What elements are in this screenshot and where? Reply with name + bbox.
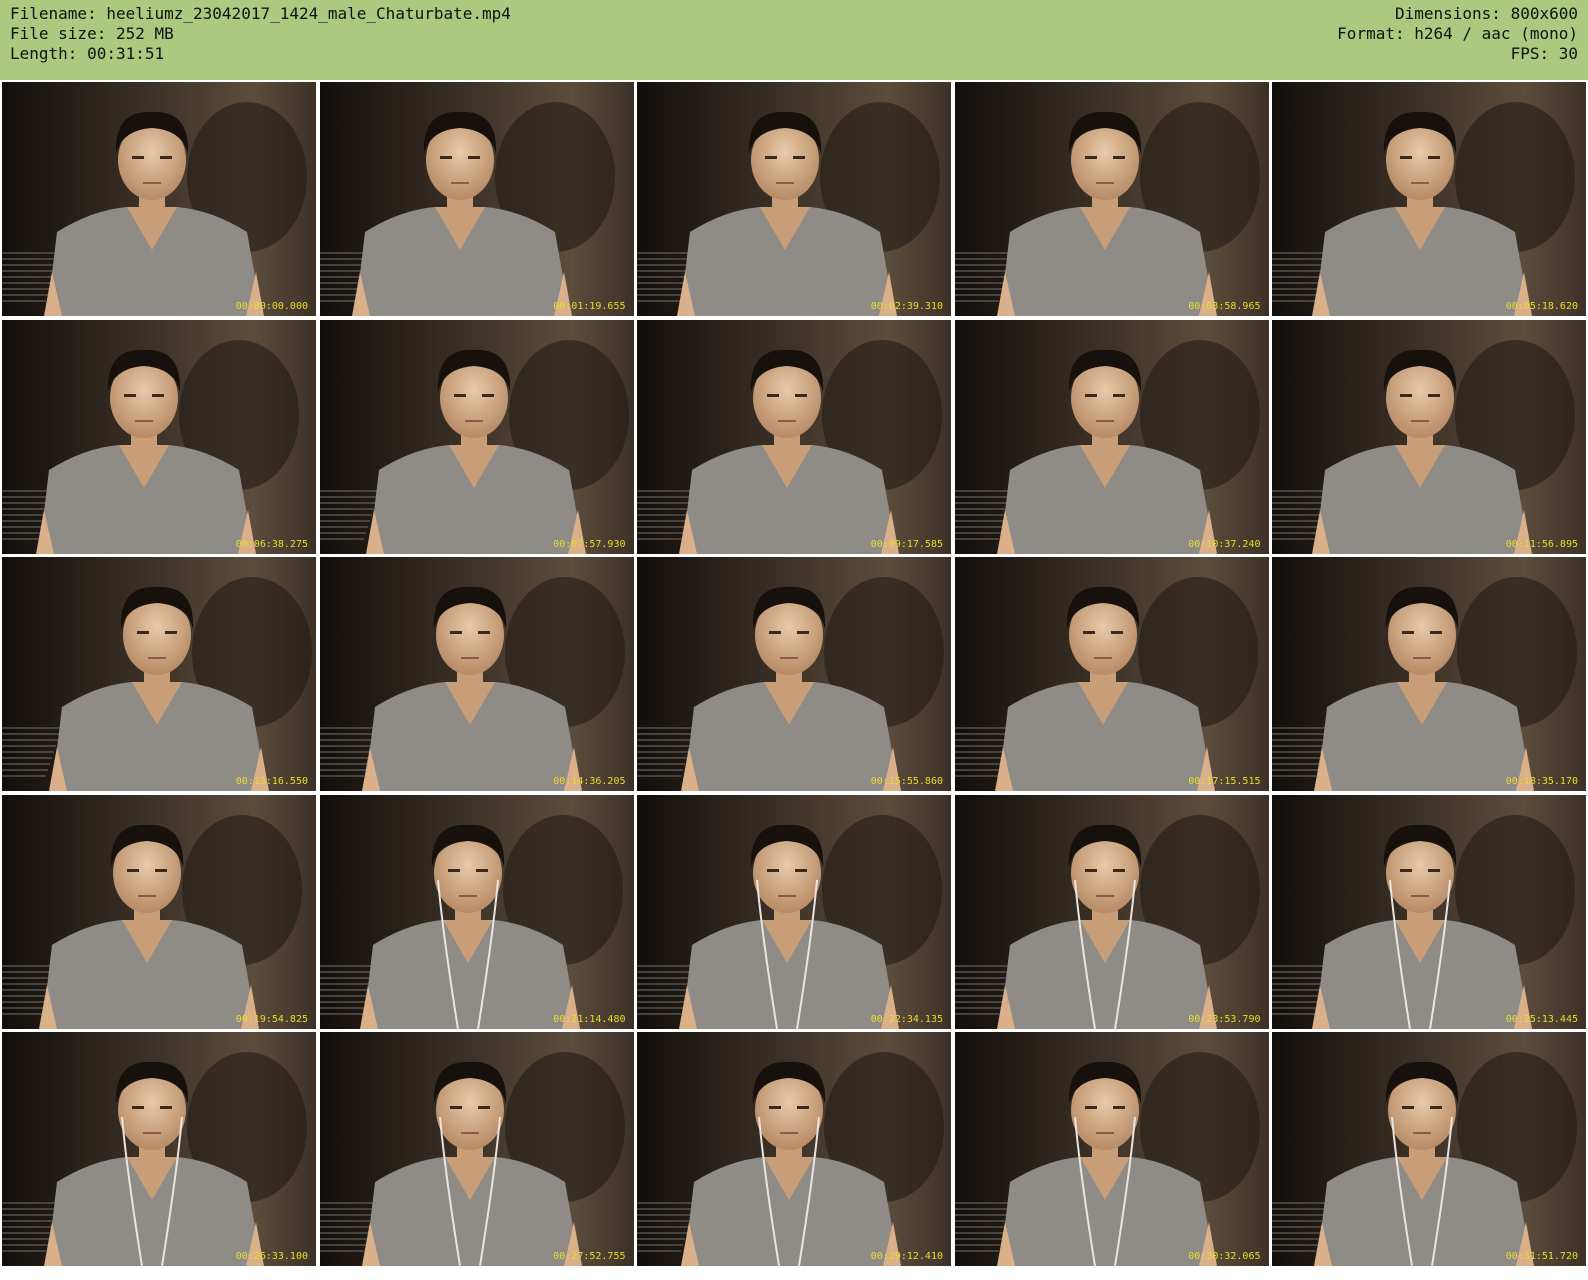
thumbnail-timestamp: 00:23:53.790 xyxy=(1188,1013,1261,1025)
thumbnail-timestamp: 00:19:54.825 xyxy=(235,1013,308,1025)
video-thumbnail: 00:27:52.755 xyxy=(319,1032,634,1266)
thumbnail-timestamp: 00:18:35.170 xyxy=(1505,776,1578,787)
webcam-frame-image xyxy=(954,557,1269,791)
video-thumbnail: 00:00:00.000 xyxy=(2,82,316,316)
video-thumbnail: 00:18:35.170 xyxy=(1272,557,1586,791)
thumbnail-timestamp: 00:17:15.515 xyxy=(1188,776,1261,787)
webcam-frame-image xyxy=(2,1032,316,1266)
thumbnail-grid: 00:00:00.000 00:01:19.655 00:02:39.310 00:0… xyxy=(0,80,1588,1280)
webcam-frame-image xyxy=(2,794,316,1029)
thumbnail-timestamp: 00:29:12.410 xyxy=(870,1251,943,1262)
webcam-frame-image xyxy=(319,794,634,1029)
thumbnail-timestamp: 00:10:37.240 xyxy=(1188,538,1261,550)
webcam-frame-image xyxy=(954,794,1269,1029)
webcam-frame-image xyxy=(319,557,634,791)
thumbnail-timestamp: 00:21:14.480 xyxy=(553,1013,626,1025)
thumbnail-timestamp: 00:02:39.310 xyxy=(870,301,943,312)
video-thumbnail: 00:25:13.445 xyxy=(1272,794,1586,1029)
webcam-frame-image xyxy=(1272,794,1586,1029)
thumbnail-timestamp: 00:11:56.895 xyxy=(1505,538,1578,550)
thumbnail-timestamp: 00:25:13.445 xyxy=(1505,1013,1578,1025)
thumbnail-timestamp: 00:30:32.065 xyxy=(1188,1251,1261,1262)
video-thumbnail: 00:07:57.930 xyxy=(319,319,634,554)
webcam-frame-image xyxy=(1272,319,1586,554)
video-thumbnail: 00:10:37.240 xyxy=(954,319,1269,554)
info-header: Filename: heeliumz_23042017_1424_male_Ch… xyxy=(0,0,1588,80)
info-right-column: Dimensions: 800x600 Format: h264 / aac (… xyxy=(1337,4,1578,64)
video-thumbnail: 00:05:18.620 xyxy=(1272,82,1586,316)
video-thumbnail: 00:13:16.550 xyxy=(2,557,316,791)
webcam-frame-image xyxy=(2,319,316,554)
video-thumbnail: 00:19:54.825 xyxy=(2,794,316,1029)
thumbnail-timestamp: 00:31:51.720 xyxy=(1505,1251,1578,1262)
video-thumbnail: 00:29:12.410 xyxy=(637,1032,951,1266)
webcam-frame-image xyxy=(2,82,316,316)
video-thumbnail: 00:09:17.585 xyxy=(637,319,951,554)
thumbnail-timestamp: 00:09:17.585 xyxy=(870,538,943,550)
video-thumbnail: 00:31:51.720 xyxy=(1272,1032,1586,1266)
webcam-frame-image xyxy=(1272,557,1586,791)
webcam-frame-image xyxy=(1272,1032,1586,1266)
video-thumbnail: 00:11:56.895 xyxy=(1272,319,1586,554)
thumbnail-timestamp: 00:27:52.755 xyxy=(553,1251,626,1262)
thumbnail-timestamp: 00:07:57.930 xyxy=(553,538,626,550)
video-thumbnail: 00:03:58.965 xyxy=(954,82,1269,316)
video-thumbnail: 00:23:53.790 xyxy=(954,794,1269,1029)
webcam-frame-image xyxy=(637,1032,951,1266)
webcam-frame-image xyxy=(637,319,951,554)
webcam-frame-image xyxy=(637,557,951,791)
video-thumbnail: 00:14:36.205 xyxy=(319,557,634,791)
info-left-column: Filename: heeliumz_23042017_1424_male_Ch… xyxy=(10,4,511,64)
dimensions-text: Dimensions: 800x600 xyxy=(1394,4,1578,23)
webcam-frame-image xyxy=(319,82,634,316)
video-thumbnail: 00:06:38.275 xyxy=(2,319,316,554)
webcam-frame-image xyxy=(2,557,316,791)
webcam-frame-image xyxy=(637,82,951,316)
format-text: Format: h264 / aac (mono) xyxy=(1337,24,1578,43)
webcam-frame-image xyxy=(319,1032,634,1266)
filesize-text: File size: 252 MB xyxy=(10,24,174,43)
thumbnail-timestamp: 00:13:16.550 xyxy=(235,776,308,787)
video-thumbnail: 00:02:39.310 xyxy=(637,82,951,316)
thumbnail-timestamp: 00:15:55.860 xyxy=(870,776,943,787)
thumbnail-timestamp: 00:06:38.275 xyxy=(235,538,308,550)
thumbnail-timestamp: 00:26:33.100 xyxy=(235,1251,308,1262)
video-thumbnail: 00:01:19.655 xyxy=(319,82,634,316)
webcam-frame-image xyxy=(954,1032,1269,1266)
video-thumbnail: 00:21:14.480 xyxy=(319,794,634,1029)
webcam-frame-image xyxy=(319,319,634,554)
thumbnail-timestamp: 00:22:34.135 xyxy=(870,1013,943,1025)
video-thumbnail: 00:15:55.860 xyxy=(637,557,951,791)
thumbnail-timestamp: 00:00:00.000 xyxy=(235,301,308,312)
webcam-frame-image xyxy=(637,794,951,1029)
filename-text: Filename: heeliumz_23042017_1424_male_Ch… xyxy=(10,4,511,23)
length-text: Length: 00:31:51 xyxy=(10,44,165,63)
thumbnail-timestamp: 00:03:58.965 xyxy=(1188,301,1261,312)
webcam-frame-image xyxy=(954,82,1269,316)
webcam-frame-image xyxy=(1272,82,1586,316)
thumbnail-timestamp: 00:05:18.620 xyxy=(1505,301,1578,312)
webcam-frame-image xyxy=(954,319,1269,554)
video-thumbnail: 00:17:15.515 xyxy=(954,557,1269,791)
video-thumbnail: 00:30:32.065 xyxy=(954,1032,1269,1266)
fps-text: FPS: 30 xyxy=(1510,44,1578,63)
thumbnail-timestamp: 00:01:19.655 xyxy=(553,301,626,312)
video-thumbnail: 00:26:33.100 xyxy=(2,1032,316,1266)
thumbnail-timestamp: 00:14:36.205 xyxy=(553,776,626,787)
video-thumbnail: 00:22:34.135 xyxy=(637,794,951,1029)
